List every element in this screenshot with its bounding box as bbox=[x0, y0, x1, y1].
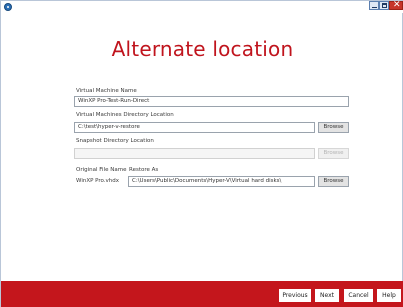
close-button[interactable]: ✕ bbox=[389, 0, 403, 10]
restore-as-column-header: Restore As bbox=[129, 167, 159, 173]
vm-dir-browse-button[interactable]: Browse bbox=[318, 122, 349, 133]
app-window: ✕ Alternate location Virtual Machine Nam… bbox=[0, 0, 403, 307]
footer-bar: Previous Next Cancel Help bbox=[1, 281, 403, 307]
vm-dir-input[interactable]: C:\test\hyper-v-restore bbox=[74, 122, 315, 133]
restore-as-input[interactable]: C:\Users\Public\Documents\Hyper-V\Virtua… bbox=[128, 176, 315, 187]
vm-dir-label: Virtual Machines Directory Location bbox=[76, 112, 174, 118]
next-button[interactable]: Next bbox=[315, 289, 339, 302]
title-bar: ✕ bbox=[1, 0, 403, 13]
vm-name-label: Virtual Machine Name bbox=[76, 88, 137, 94]
app-logo-icon bbox=[4, 3, 12, 11]
snapshot-dir-input bbox=[74, 148, 315, 159]
minimize-icon bbox=[372, 7, 377, 8]
page-title: Alternate location bbox=[111, 37, 294, 61]
help-button[interactable]: Help bbox=[377, 289, 401, 302]
snapshot-dir-label: Snapshot Directory Location bbox=[76, 138, 154, 144]
maximize-button[interactable] bbox=[379, 1, 389, 10]
close-icon: ✕ bbox=[393, 0, 401, 10]
previous-button[interactable]: Previous bbox=[279, 289, 311, 302]
vm-name-input[interactable]: WinXP Pro-Test-Run-Direct bbox=[74, 96, 349, 107]
restore-as-browse-button[interactable]: Browse bbox=[318, 176, 349, 187]
minimize-button[interactable] bbox=[369, 1, 379, 10]
cancel-button[interactable]: Cancel bbox=[344, 289, 373, 302]
snapshot-dir-browse-button: Browse bbox=[318, 148, 349, 159]
maximize-icon bbox=[382, 3, 387, 8]
original-file-column-header: Original File Name bbox=[76, 167, 127, 173]
original-file-name: WinXP Pro.vhdx bbox=[76, 178, 120, 184]
